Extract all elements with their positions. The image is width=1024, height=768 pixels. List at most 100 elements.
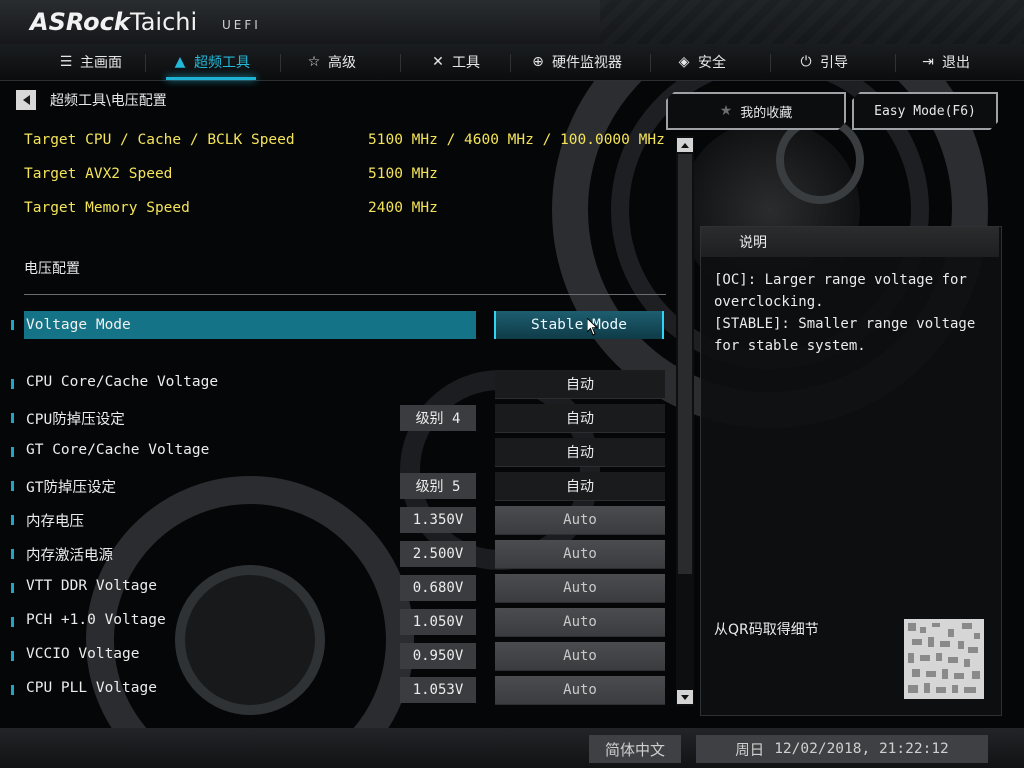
list-icon: ☰ <box>59 54 73 70</box>
setting-label: CPU Core/Cache Voltage <box>26 374 219 390</box>
tab-label: 工具 <box>452 55 480 71</box>
setting-input[interactable]: Auto <box>495 676 665 705</box>
main-tabs: ☰ 主画面 ▲ 超频工具 ☆ 高级 ✕ 工具 ⊕ 硬件监视器 ◈ 安全 ⏻ 引导… <box>0 44 1024 81</box>
setting-input[interactable]: Auto <box>495 642 665 671</box>
power-icon: ⏻ <box>800 54 812 70</box>
scrollbar[interactable] <box>676 136 694 706</box>
flame-icon: ▲ <box>174 54 186 70</box>
setting-row[interactable]: VTT DDR Voltage 0.680V Auto <box>0 574 680 603</box>
row-marker <box>11 413 14 423</box>
setting-select[interactable]: 自动 <box>495 472 665 501</box>
tab-oc-tweaker[interactable]: ▲ 超频工具 <box>166 44 256 80</box>
back-arrow-icon[interactable] <box>16 90 36 110</box>
setting-row[interactable]: GT防掉压设定 级别 5 自动 <box>0 472 680 501</box>
scrollbar-thumb[interactable] <box>678 154 692 574</box>
setting-row[interactable]: VCCIO Voltage 0.950V Auto <box>0 642 680 671</box>
tab-divider <box>770 54 771 72</box>
scroll-down-arrow-icon[interactable] <box>677 690 693 704</box>
target-value: 2400 MHz <box>368 200 438 216</box>
my-favorites-button[interactable]: ★ 我的收藏 <box>666 92 846 130</box>
datetime-value: 12/02/2018, 21:22:12 <box>774 741 949 757</box>
description-line: overclocking. <box>714 294 824 310</box>
shield-icon: ◈ <box>678 54 690 70</box>
tab-security[interactable]: ◈ 安全 <box>676 44 726 80</box>
tab-exit[interactable]: ⇥ 退出 <box>920 44 970 80</box>
easy-mode-button[interactable]: Easy Mode(F6) <box>852 92 998 130</box>
setting-label: CPU PLL Voltage <box>26 680 157 696</box>
current-value: 1.050V <box>400 609 476 635</box>
target-avx2-row: Target AVX2 Speed 5100 MHz <box>24 166 438 186</box>
crosshair-icon: ⊕ <box>532 54 544 70</box>
qr-label: 从QR码取得细节 <box>714 622 819 638</box>
setting-input[interactable]: Auto <box>495 608 665 637</box>
current-value: 0.950V <box>400 643 476 669</box>
tab-label: 安全 <box>698 55 726 71</box>
tab-hw-monitor[interactable]: ⊕ 硬件监视器 <box>530 44 622 80</box>
voltage-mode-select[interactable]: Stable Mode <box>494 311 664 339</box>
tab-label: 引导 <box>820 55 848 71</box>
current-value: 1.053V <box>400 677 476 703</box>
setting-label: 内存激活电源 <box>26 548 113 564</box>
row-marker <box>11 549 14 559</box>
target-label: Target AVX2 Speed <box>24 166 173 182</box>
target-value: 5100 MHz / 4600 MHz / 100.0000 MHz <box>368 132 665 148</box>
setting-row[interactable]: CPU PLL Voltage 1.053V Auto <box>0 676 680 705</box>
setting-select[interactable]: 自动 <box>495 404 665 433</box>
setting-row[interactable]: CPU防掉压设定 级别 4 自动 <box>0 404 680 433</box>
current-value: 1.350V <box>400 507 476 533</box>
setting-label: CPU防掉压设定 <box>26 412 125 428</box>
current-value: 2.500V <box>400 541 476 567</box>
tab-divider <box>280 54 281 72</box>
setting-label: VTT DDR Voltage <box>26 578 157 594</box>
setting-input[interactable]: Auto <box>495 506 665 535</box>
top-bar: ASRock Taichi UEFI <box>0 0 1024 44</box>
target-label: Target Memory Speed <box>24 200 190 216</box>
setting-input[interactable]: Auto <box>495 540 665 569</box>
breadcrumb-path: 超频工具\电压配置 <box>50 93 167 109</box>
tab-label: 超频工具 <box>194 55 250 71</box>
tools-icon: ✕ <box>432 54 444 70</box>
firmware-label: UEFI <box>222 18 261 32</box>
language-button[interactable]: 简体中文 <box>589 735 681 763</box>
setting-row[interactable]: CPU Core/Cache Voltage 自动 <box>0 370 680 399</box>
qr-code-icon <box>904 619 984 699</box>
voltage-mode-label[interactable]: Voltage Mode <box>24 311 476 339</box>
setting-select[interactable]: 自动 <box>495 438 665 467</box>
tab-divider <box>510 54 511 72</box>
description-text: [OC]: Larger range voltage for overclock… <box>714 269 994 357</box>
tab-main[interactable]: ☰ 主画面 <box>58 44 122 80</box>
setting-row[interactable]: 内存激活电源 2.500V Auto <box>0 540 680 569</box>
row-marker <box>11 651 14 661</box>
favorites-label: 我的收藏 <box>740 105 793 121</box>
setting-select[interactable]: 自动 <box>495 370 665 399</box>
tab-advanced[interactable]: ☆ 高级 <box>306 44 356 80</box>
description-line: for stable system. <box>714 338 866 354</box>
tab-boot[interactable]: ⏻ 引导 <box>798 44 848 80</box>
tab-divider <box>400 54 401 72</box>
setting-row[interactable]: GT Core/Cache Voltage 自动 <box>0 438 680 467</box>
tab-label: 退出 <box>942 55 970 71</box>
row-marker <box>11 481 14 491</box>
setting-label: PCH +1.0 Voltage <box>26 612 166 628</box>
current-value: 级别 5 <box>400 473 476 499</box>
row-marker <box>11 320 14 330</box>
voltage-mode-row[interactable]: Voltage Mode Stable Mode <box>0 310 680 340</box>
tab-divider <box>145 54 146 72</box>
star-icon: ★ <box>719 103 733 119</box>
setting-label: VCCIO Voltage <box>26 646 140 662</box>
row-marker <box>11 583 14 593</box>
tab-label: 主画面 <box>80 55 122 71</box>
bottom-bar: 简体中文 周日 12/02/2018, 21:22:12 <box>0 728 1024 768</box>
system-datetime: 周日 12/02/2018, 21:22:12 <box>696 735 988 763</box>
scroll-up-arrow-icon[interactable] <box>677 138 693 152</box>
tab-tool[interactable]: ✕ 工具 <box>430 44 480 80</box>
exit-icon: ⇥ <box>922 54 934 70</box>
setting-row[interactable]: 内存电压 1.350V Auto <box>0 506 680 535</box>
target-memory-row: Target Memory Speed 2400 MHz <box>24 200 438 220</box>
setting-row[interactable]: PCH +1.0 Voltage 1.050V Auto <box>0 608 680 637</box>
target-label: Target CPU / Cache / BCLK Speed <box>24 132 295 148</box>
setting-input[interactable]: Auto <box>495 574 665 603</box>
top-bar-decoration <box>600 0 1024 44</box>
target-cpu-row: Target CPU / Cache / BCLK Speed 5100 MHz… <box>24 132 665 152</box>
target-value: 5100 MHz <box>368 166 438 182</box>
